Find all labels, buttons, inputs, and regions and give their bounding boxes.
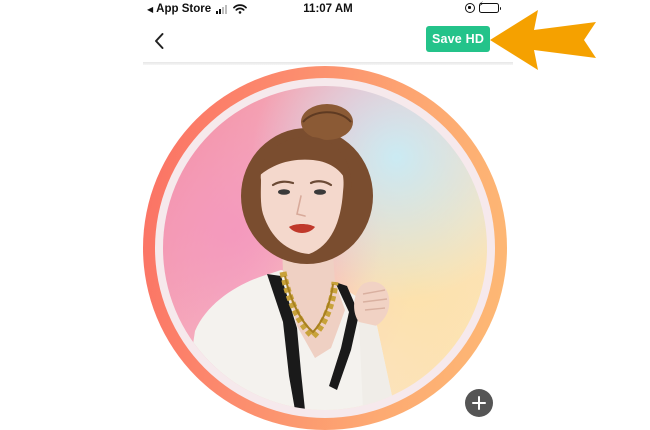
avatar-area [143, 66, 513, 430]
avatar-frame[interactable] [143, 66, 507, 430]
phone-screen: ◀ App Store 11:07 AM ⚡ Save HD [143, 0, 513, 430]
add-button[interactable] [465, 389, 493, 417]
rotation-lock-icon [465, 3, 475, 13]
nav-divider [143, 62, 513, 65]
status-bar: ◀ App Store 11:07 AM ⚡ [143, 0, 513, 20]
screenshot-stage: ◀ App Store 11:07 AM ⚡ Save HD [0, 0, 650, 430]
save-hd-button[interactable]: Save HD [426, 26, 490, 52]
nav-bar: Save HD [143, 22, 513, 62]
back-chevron-icon[interactable] [147, 28, 173, 54]
avatar-photo [163, 86, 487, 410]
status-time: 11:07 AM [303, 3, 353, 15]
callout-arrow-icon [490, 10, 596, 70]
charging-bolt-icon: ⚡ [478, 1, 484, 9]
portrait-image [183, 104, 395, 410]
